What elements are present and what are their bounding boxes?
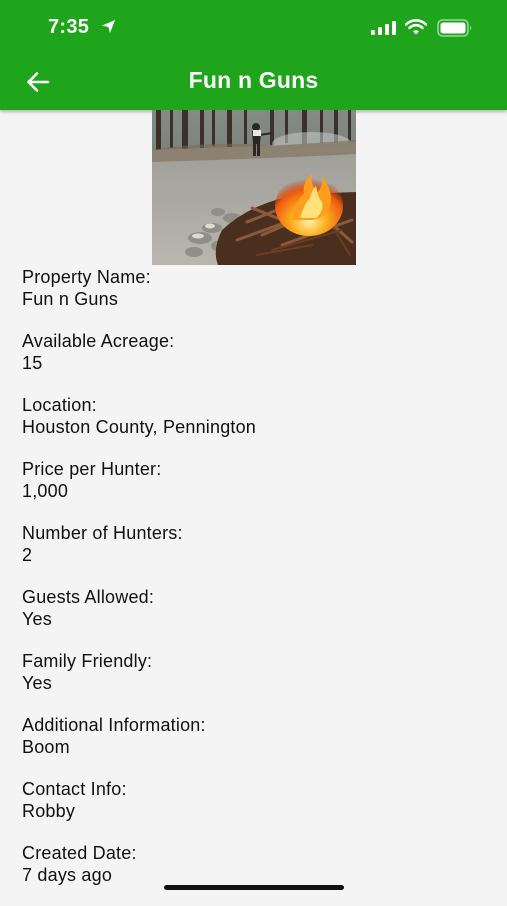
location-arrow-icon bbox=[101, 19, 116, 34]
field-value: Fun n Guns bbox=[22, 289, 119, 309]
field-value: 2 bbox=[22, 545, 33, 565]
cellular-signal-icon bbox=[371, 21, 396, 35]
field-value: 15 bbox=[22, 353, 43, 373]
field-value: Yes bbox=[22, 673, 52, 693]
field-available-acreage: Available Acreage: 15 bbox=[22, 330, 482, 394]
field-label: Additional Information: bbox=[22, 715, 206, 735]
app-header: 7:35 Fun n Guns bbox=[0, 0, 507, 110]
field-value: Robby bbox=[22, 801, 76, 821]
field-label: Contact Info: bbox=[22, 779, 127, 799]
field-contact-info: Contact Info: Robby bbox=[22, 778, 482, 842]
field-label: Family Friendly: bbox=[22, 651, 153, 671]
field-label: Number of Hunters: bbox=[22, 523, 183, 543]
field-price-per-hunter: Price per Hunter: 1,000 bbox=[22, 458, 482, 522]
battery-icon bbox=[437, 19, 472, 37]
field-value: Yes bbox=[22, 609, 52, 629]
navigation-bar: Fun n Guns bbox=[0, 56, 507, 110]
wifi-icon bbox=[405, 19, 427, 35]
field-number-of-hunters: Number of Hunters: 2 bbox=[22, 522, 482, 586]
field-property-name: Property Name: Fun n Guns bbox=[22, 266, 482, 330]
field-label: Price per Hunter: bbox=[22, 459, 162, 479]
field-guests-allowed: Guests Allowed: Yes bbox=[22, 586, 482, 650]
field-label: Property Name: bbox=[22, 267, 151, 287]
field-label: Location: bbox=[22, 395, 97, 415]
field-label: Created Date: bbox=[22, 843, 137, 863]
status-bar: 7:35 bbox=[0, 0, 507, 56]
home-indicator[interactable] bbox=[164, 885, 344, 890]
field-value: Houston County, Pennington bbox=[22, 417, 257, 437]
field-value: 1,000 bbox=[22, 481, 69, 501]
status-time: 7:35 bbox=[48, 16, 90, 38]
field-location: Location: Houston County, Pennington bbox=[22, 394, 482, 458]
field-value: 7 days ago bbox=[22, 865, 113, 885]
field-family-friendly: Family Friendly: Yes bbox=[22, 650, 482, 714]
field-label: Guests Allowed: bbox=[22, 587, 155, 607]
page-title: Fun n Guns bbox=[188, 67, 319, 93]
field-value: Boom bbox=[22, 737, 70, 757]
field-label: Available Acreage: bbox=[22, 331, 175, 351]
field-additional-information: Additional Information: Boom bbox=[22, 714, 482, 778]
property-details: Property Name: Fun n Guns Available Acre… bbox=[22, 266, 482, 906]
property-photo bbox=[152, 110, 356, 265]
field-created-date: Created Date: 7 days ago bbox=[22, 842, 482, 906]
